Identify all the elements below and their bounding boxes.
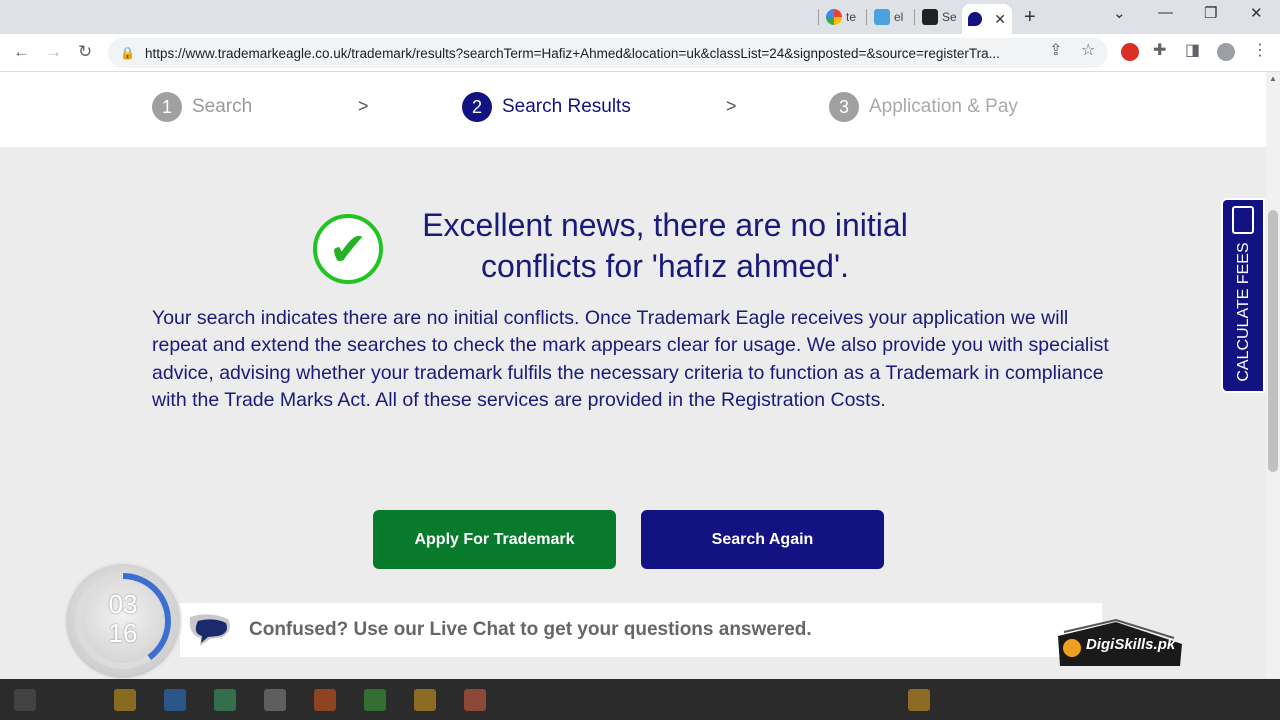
google-icon (826, 9, 842, 25)
step-separator: > (726, 96, 737, 116)
calculate-fees-label: CALCULATE FEES (1235, 242, 1252, 382)
step-label: Application & Pay (869, 96, 1018, 117)
tab-separator (818, 9, 819, 25)
scrollbar-thumb[interactable] (1268, 210, 1278, 472)
app-icon[interactable] (464, 689, 486, 711)
progress-steps: 1 Search > 2 Search Results > 3 Applicat… (0, 72, 1268, 147)
profile-avatar-icon[interactable] (1217, 43, 1235, 61)
chrome-icon[interactable] (414, 689, 436, 711)
browser-tab-3[interactable]: Se (922, 6, 957, 28)
reload-icon[interactable]: ↻ (78, 42, 92, 62)
page-scrollbar[interactable]: ▲ (1266, 72, 1280, 678)
step-search-results: 2 Search Results (462, 92, 631, 122)
start-icon[interactable] (14, 689, 36, 711)
app-icon[interactable] (314, 689, 336, 711)
tab-separator (914, 9, 915, 25)
step-number: 3 (829, 92, 859, 122)
lock-icon[interactable]: 🔒 (120, 46, 135, 60)
bookmark-star-icon[interactable]: ☆ (1081, 40, 1095, 60)
tab-label: te (846, 10, 857, 24)
step-search[interactable]: 1 Search (152, 92, 252, 122)
headline-line-2: conflicts for 'hafız ahmed'. (481, 248, 849, 284)
tab-label: el (894, 10, 904, 24)
tab-search-icon[interactable]: ⌄ (1113, 4, 1126, 22)
browser-tab-active[interactable]: ✕ (962, 4, 1012, 34)
eagle-icon (968, 12, 983, 26)
address-bar[interactable]: 🔒 https://www.trademarkeagle.co.uk/trade… (108, 38, 1108, 68)
step-application-pay: 3 Application & Pay (829, 92, 1018, 122)
share-icon[interactable]: ⇪ (1049, 40, 1062, 60)
puzzle-extensions-icon[interactable]: ✚ (1153, 40, 1166, 60)
new-tab-icon[interactable]: + (1024, 6, 1036, 29)
app-icon[interactable] (214, 689, 236, 711)
restore-icon[interactable]: ❐ (1204, 4, 1217, 22)
side-panel-icon[interactable]: ◨ (1185, 40, 1200, 60)
result-description: Your search indicates there are no initi… (152, 307, 1109, 411)
browser-tab-bar: te el Se ✕ + ⌄ — ❐ ✕ (0, 0, 1280, 34)
minimize-icon[interactable]: — (1158, 4, 1173, 21)
headline-line-1: Excellent news, there are no initial (422, 207, 908, 243)
live-chat-text: Confused? Use our Live Chat to get your … (249, 619, 812, 640)
browser-tab-2[interactable]: el (874, 6, 903, 28)
checkmark-icon: ✔ (313, 214, 383, 284)
timer-readout: 03 16 (84, 590, 162, 648)
scroll-up-icon[interactable]: ▲ (1269, 74, 1277, 83)
step-number: 1 (152, 92, 182, 122)
result-headline: Excellent news, there are no initial con… (395, 205, 935, 287)
back-icon[interactable]: ← (13, 42, 30, 62)
file-explorer-icon[interactable] (114, 689, 136, 711)
calculator-icon (1232, 206, 1254, 234)
tab-separator (866, 9, 867, 25)
app-icon[interactable] (164, 689, 186, 711)
search-again-button[interactable]: Search Again (641, 510, 884, 569)
menu-kebab-icon[interactable]: ⋮ (1252, 40, 1268, 60)
chat-bubble-icon (189, 614, 230, 646)
browser-tab-1[interactable]: te (826, 6, 856, 28)
calculate-fees-tab[interactable]: CALCULATE FEES (1221, 198, 1265, 393)
apply-for-trademark-button[interactable]: Apply For Trademark (373, 510, 616, 569)
app-icon[interactable] (364, 689, 386, 711)
timer-line-2: 16 (108, 618, 138, 648)
live-chat-banner[interactable]: Confused? Use our Live Chat to get your … (180, 603, 1102, 657)
tab-label: Se (942, 10, 957, 24)
close-tab-icon[interactable]: ✕ (994, 11, 1006, 28)
timer-line-1: 03 (108, 589, 138, 619)
browser-toolbar: ← → ↻ 🔒 https://www.trademarkeagle.co.uk… (0, 34, 1280, 72)
url-text: https://www.trademarkeagle.co.uk/tradema… (144, 45, 1000, 61)
forward-icon[interactable]: → (45, 42, 62, 62)
tray-icon[interactable] (908, 689, 930, 711)
step-separator: > (358, 96, 369, 116)
results-panel: ✔ Excellent news, there are no initial c… (0, 147, 1268, 679)
step-label: Search Results (502, 96, 631, 117)
digiskills-logo-text: DigiSkills.pk (1086, 636, 1176, 653)
app-icon[interactable] (264, 689, 286, 711)
cart-icon (874, 9, 890, 25)
close-window-icon[interactable]: ✕ (1250, 4, 1263, 22)
step-label: Search (192, 96, 253, 117)
os-taskbar (0, 679, 1280, 720)
site-icon (922, 9, 938, 25)
step-number: 2 (462, 92, 492, 122)
extension-icon[interactable] (1121, 43, 1139, 61)
